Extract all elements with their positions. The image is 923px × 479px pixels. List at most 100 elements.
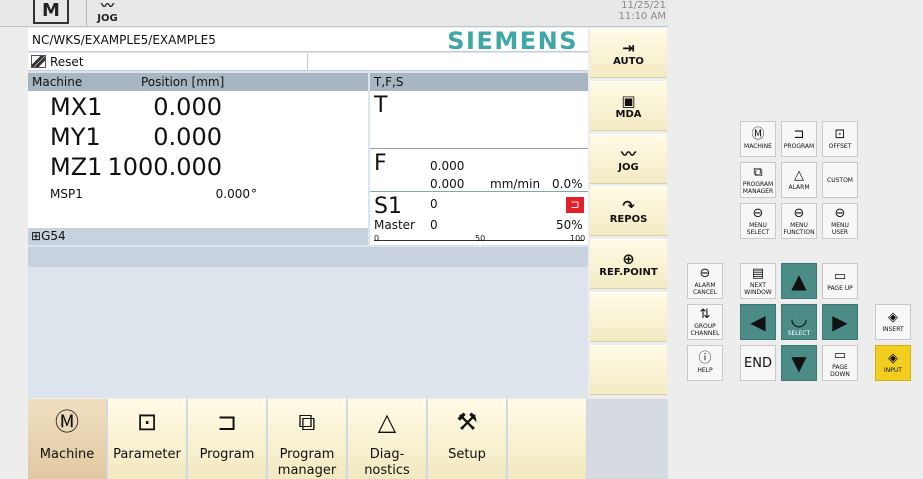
help-key[interactable]: ⓘ HELP	[687, 345, 723, 381]
axis-name: MY1	[50, 123, 101, 151]
arrow-left-icon: ◀	[750, 309, 766, 334]
next-window-key[interactable]: ▤ NEXT WINDOW	[740, 263, 776, 299]
feed-actual: 0.000	[430, 177, 465, 191]
alarm-key[interactable]: △ ALARM	[781, 162, 817, 198]
program-path: NC/WKS/EXAMPLE5/EXAMPLE5	[32, 33, 216, 47]
program-icon: ⊐	[793, 127, 805, 142]
program-softkey[interactable]: ⊐ Program	[188, 399, 267, 479]
work-offset-row: ⊞G54	[28, 228, 368, 245]
auto-softkey[interactable]: ⇥ AUTO	[590, 28, 667, 78]
input-key[interactable]: ◈ INPUT	[875, 345, 911, 381]
diagnostics-softkey[interactable]: △ Diag-nostics	[348, 399, 427, 479]
program-manager-key[interactable]: ⧉ PROGRAM MANAGER	[740, 162, 776, 198]
program-manager-softkey[interactable]: ⧉ Program manager	[268, 399, 347, 479]
spindle-value: 0	[430, 197, 438, 211]
arrow-up-icon: ▲	[791, 268, 807, 293]
page-up-key[interactable]: ▭ PAGE UP	[822, 263, 858, 299]
spindle-override: 50%	[556, 218, 583, 232]
alarm-cancel-key[interactable]: ⊖ ALARM CANCEL	[687, 263, 723, 299]
feed-override: 0.0%	[552, 177, 583, 191]
jog-softkey[interactable]: 〰 JOG	[590, 134, 667, 184]
axes-position-panel[interactable]: MX1 0.000 MY1 0.000 MZ1 1000.000 MSP1 0.…	[28, 91, 368, 245]
mda-softkey[interactable]: ▣ MDA	[590, 81, 667, 131]
position-column-header: Position [mm]	[141, 75, 225, 89]
machine-softkey[interactable]: Ⓜ Machine	[28, 399, 107, 479]
degree-unit: °	[251, 187, 257, 201]
tfs-panel[interactable]: T F 0.000 0.000 mm/min 0.0% S1 0 ⊐ Maste…	[370, 91, 588, 245]
feed-value: 0.000	[430, 159, 465, 173]
select-key[interactable]: ◡ SELECT	[781, 304, 817, 340]
divider	[370, 191, 588, 192]
feed-unit: mm/min	[490, 177, 541, 191]
menu-select-key[interactable]: ⊖ MENU SELECT	[740, 203, 776, 239]
machine-icon: Ⓜ	[55, 408, 79, 436]
spindle-stop-icon: ⊐	[566, 197, 584, 213]
cancel-icon: ⊖	[699, 265, 711, 281]
arrow-up-key[interactable]: ▲	[781, 263, 817, 299]
axis-value: 1000.000	[107, 153, 222, 181]
offset-key[interactable]: ⊡ OFFSET	[822, 121, 858, 157]
program-icon: ⊐	[216, 408, 238, 436]
main-panel: NC/WKS/EXAMPLE5/EXAMPLE5 SIEMENS Reset M…	[28, 27, 588, 398]
page-down-icon: ▭	[833, 347, 847, 363]
channel-status: Reset	[50, 55, 84, 69]
select-icon: ◡	[790, 306, 808, 330]
custom-key[interactable]: CUSTOM	[822, 162, 858, 198]
setup-softkey[interactable]: ⚒ Setup	[428, 399, 507, 479]
axis-value: 0.000	[153, 123, 222, 151]
program-manager-icon: ⧉	[753, 164, 763, 180]
ref-point-icon: ⊕	[622, 249, 635, 268]
parameter-softkey[interactable]: ⊡ Parameter	[108, 399, 187, 479]
spindle-label: S1	[374, 194, 402, 219]
input-icon: ◈	[888, 351, 898, 366]
reset-status-icon	[31, 55, 46, 68]
offset-icon: ⊡	[136, 408, 158, 436]
arrow-left-key[interactable]: ◀	[740, 304, 776, 340]
menu-icon: ⊖	[793, 205, 805, 221]
group-channel-key[interactable]: ⇅ GROUP CHANNEL	[687, 304, 723, 340]
empty-softkey[interactable]	[508, 399, 587, 479]
siemens-logo: SIEMENS	[447, 27, 578, 55]
menu-user-key[interactable]: ⊖ MENU USER	[822, 203, 858, 239]
work-offset: ⊞G54	[31, 229, 66, 243]
wrench-icon: ⚒	[456, 408, 478, 436]
jog-wave-icon: 〰	[100, 0, 114, 14]
tfs-header: T,F,S	[370, 73, 588, 91]
alarm-icon: △	[794, 168, 804, 183]
divider	[370, 148, 588, 149]
jog-wave-icon: 〰	[620, 144, 636, 163]
date: 11/25/21	[621, 0, 666, 11]
scale-tick: 0	[374, 234, 380, 243]
date-time: 11/25/21 11:10 AM	[619, 0, 666, 22]
empty-softkey[interactable]	[590, 292, 667, 342]
empty-softkey[interactable]	[590, 345, 667, 395]
ref-point-softkey[interactable]: ⊕ REF.POINT	[590, 239, 667, 289]
end-key[interactable]: END	[740, 345, 776, 381]
page-down-key[interactable]: ▭ PAGE DOWN	[822, 345, 858, 381]
menu-icon: ⊖	[752, 205, 764, 221]
axis-value: 0.000	[153, 93, 222, 121]
insert-icon: ◈	[888, 310, 898, 325]
horizontal-softkey-bar: Ⓜ Machine ⊡ Parameter ⊐ Program ⧉ Progra…	[28, 399, 668, 479]
repos-arrow-icon: ↷	[622, 196, 635, 215]
program-manager-icon: ⧉	[298, 408, 316, 436]
mda-icon: ▣	[621, 91, 636, 110]
machine-column-header: Machine	[32, 75, 83, 89]
page-up-icon: ▭	[833, 269, 847, 284]
machine-key[interactable]: Ⓜ MACHINE	[740, 121, 776, 157]
menu-icon: ⊖	[834, 205, 846, 221]
tfs-header-label: T,F,S	[374, 75, 404, 89]
program-key[interactable]: ⊐ PROGRAM	[781, 121, 817, 157]
menu-function-key[interactable]: ⊖ MENU FUNCTION	[781, 203, 817, 239]
position-header: Machine Position [mm]	[28, 73, 368, 91]
arrow-down-key[interactable]: ▼	[781, 345, 817, 381]
arrow-right-icon: ▶	[832, 309, 848, 334]
jog-mode-icon: 〰 JOG	[86, 0, 128, 26]
arrow-right-key[interactable]: ▶	[822, 304, 858, 340]
repos-softkey[interactable]: ↷ REPOS	[590, 186, 667, 236]
time: 11:10 AM	[618, 11, 666, 22]
insert-key[interactable]: ◈ INSERT	[875, 304, 911, 340]
channel-status-row: Reset	[28, 53, 588, 71]
help-icon: ⓘ	[698, 351, 712, 366]
scale-tick: 50	[475, 234, 486, 243]
